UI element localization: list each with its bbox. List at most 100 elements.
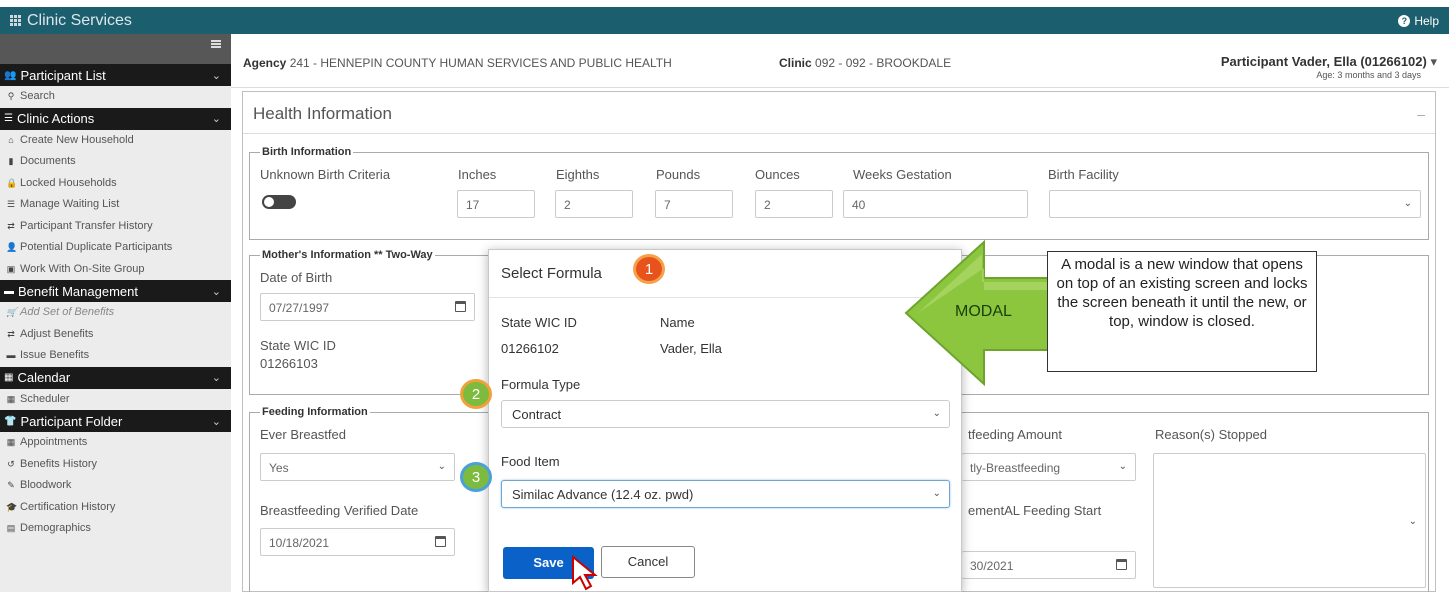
sidebar-section-participant-list[interactable]: 👥 Participant List ⌄	[0, 64, 231, 86]
unknown-birth-toggle[interactable]	[262, 195, 296, 209]
birth-facility-select[interactable]: ⌄	[1049, 190, 1421, 218]
sidebar-item-documents[interactable]: ▮ Documents	[0, 151, 231, 173]
sidebar-item-appointments[interactable]: ▦ Appointments	[0, 432, 231, 454]
sidebar-section-clinic-actions[interactable]: ☰ Clinic Actions ⌄	[0, 107, 231, 130]
calendar-icon[interactable]	[1116, 559, 1127, 570]
mother-wic-label: State WIC ID	[260, 338, 336, 353]
sidebar-item-adjust-benefits[interactable]: ⇄ Adjust Benefits	[0, 324, 231, 346]
ever-breastfed-value: Yes	[269, 461, 289, 475]
sidebar-item-bloodwork[interactable]: ✎ Bloodwork	[0, 475, 231, 497]
agency-label: Agency	[243, 56, 287, 70]
bf-amount-select[interactable]: tly-Breastfeeding ⌄	[962, 453, 1136, 481]
sidebar-item-locked-households[interactable]: 🔒 Locked Households	[0, 173, 231, 195]
sidebar-item-duplicate-participants[interactable]: 👤 Potential Duplicate Participants	[0, 237, 231, 259]
ever-breastfed-select[interactable]: Yes ⌄	[260, 453, 455, 481]
sidebar-item-demographics[interactable]: ▤ Demographics	[0, 518, 231, 540]
supplemental-feeding-label: ementAL Feeding Start	[968, 503, 1102, 518]
sidebar-item-benefits-history[interactable]: ↺ Benefits History	[0, 454, 231, 476]
mother-dob-input[interactable]: 07/27/1997	[260, 293, 475, 321]
sidebar-item-certification-history[interactable]: 🎓 Certification History	[0, 497, 231, 519]
weeks-gestation-input[interactable]: 40	[843, 190, 1028, 218]
syringe-icon: ✎	[7, 480, 15, 490]
list-icon: ☰	[4, 113, 13, 124]
modal-name-value: Vader, Ella	[660, 341, 722, 356]
sidebar-item-search[interactable]: ⚲ Search	[0, 86, 231, 108]
inches-label: Inches	[458, 167, 497, 182]
sidebar-item-label: Scheduler	[20, 392, 70, 405]
participant-label: Participant	[1220, 54, 1289, 69]
chevron-down-icon: ⌄	[211, 113, 221, 125]
supplemental-feeding-date-value: 30/2021	[970, 559, 1014, 573]
sidebar-section-label: Benefit Management	[18, 283, 138, 299]
card-icon: ▬	[6, 350, 16, 360]
agency-value: 241 - HENNEPIN COUNTY HUMAN SERVICES AND…	[289, 56, 672, 70]
sidebar-item-label: Participant Transfer History	[20, 219, 153, 232]
sidebar-item-transfer-history[interactable]: ⇄ Participant Transfer History	[0, 216, 231, 238]
sidebar-item-label: Benefits History	[20, 457, 98, 470]
sidebar-item-label: Certification History	[20, 500, 116, 513]
bf-verified-date-input[interactable]: 10/18/2021	[260, 528, 455, 556]
feeding-information-legend: Feeding Information	[260, 406, 370, 418]
users-icon: 👥	[4, 69, 17, 81]
participant-name: Vader, Ella (01266102)	[1291, 54, 1427, 69]
cancel-button[interactable]: Cancel	[601, 546, 695, 578]
sidebar-section-benefit-management[interactable]: ▬ Benefit Management ⌄	[0, 280, 231, 302]
modal-wic-value: 01266102	[501, 341, 559, 356]
participant-info[interactable]: Participant Vader, Ella (01266102) ▾ Age…	[1221, 54, 1437, 80]
help-link[interactable]: ? Help	[1398, 14, 1439, 28]
eighths-label: Eighths	[556, 167, 600, 182]
panel-title-text: Health Information	[253, 104, 392, 123]
pounds-label: Pounds	[656, 167, 701, 182]
ounces-input[interactable]: 2	[755, 190, 833, 218]
reason-stopped-select[interactable]: ⌄	[1153, 453, 1426, 588]
calendar-icon[interactable]	[435, 536, 446, 547]
bf-amount-value: tly-Breastfeeding	[970, 461, 1061, 475]
formula-type-value: Contract	[512, 407, 562, 422]
sidebar-item-label: Manage Waiting List	[20, 198, 120, 210]
sidebar-item-label: Search	[20, 90, 55, 102]
food-item-select[interactable]: Similac Advance (12.4 oz. pwd) ⌄	[501, 480, 950, 508]
users-icon: 👤	[6, 242, 18, 252]
chevron-down-icon: ⌄	[932, 488, 941, 499]
search-icon: ⚲	[7, 91, 15, 101]
inches-input[interactable]: 17	[457, 190, 535, 218]
formula-type-label: Formula Type	[501, 377, 581, 392]
chevron-down-icon: ⌄	[211, 285, 221, 298]
hamburger-button[interactable]	[0, 34, 231, 64]
sidebar-section-calendar[interactable]: ▦ Calendar ⌄	[0, 366, 231, 389]
sidebar-item-waiting-list[interactable]: ☰ Manage Waiting List	[0, 194, 231, 216]
calendar-icon: ▦	[4, 372, 14, 383]
sidebar-item-scheduler[interactable]: ▦ Scheduler	[0, 389, 231, 411]
sidebar-section-label: Calendar	[17, 370, 71, 385]
calendar-icon[interactable]	[455, 301, 466, 312]
sidebar-item-label: Demographics	[20, 522, 91, 534]
formula-type-select[interactable]: Contract ⌄	[501, 400, 950, 428]
participant-age: Age: 3 months and 3 days	[1316, 70, 1421, 80]
panel-title: Health Information –	[243, 92, 1435, 134]
group-icon: ▣	[6, 263, 16, 274]
agency-info: Agency 241 - HENNEPIN COUNTY HUMAN SERVI…	[243, 56, 672, 70]
chevron-down-icon: ⌄	[932, 408, 941, 419]
chevron-down-icon: ⌄	[211, 69, 221, 82]
sidebar-section-participant-folder[interactable]: 👕 Participant Folder ⌄	[0, 410, 231, 432]
pounds-input[interactable]: 7	[655, 190, 733, 218]
mother-dob-label: Date of Birth	[260, 270, 333, 285]
weeks-gestation-label: Weeks Gestation	[853, 167, 952, 182]
app-title: Clinic Services	[10, 12, 132, 30]
participant-header: Agency 241 - HENNEPIN COUNTY HUMAN SERVI…	[231, 34, 1449, 88]
sidebar-item-issue-benefits[interactable]: ▬ Issue Benefits	[0, 345, 231, 367]
grid-icon[interactable]	[10, 15, 21, 26]
sidebar-item-create-household[interactable]: ⌂ Create New Household	[0, 130, 231, 152]
sidebar-item-label: Documents	[20, 155, 76, 167]
bf-verified-date-value: 10/18/2021	[269, 536, 330, 550]
sidebar-item-onsite-group[interactable]: ▣ Work With On-Site Group	[0, 259, 231, 281]
collapse-icon[interactable]: –	[1417, 106, 1425, 122]
mother-wic-value: 01266103	[260, 356, 318, 371]
sidebar-item-label: Bloodwork	[20, 479, 72, 491]
mouse-pointer-icon	[572, 555, 598, 591]
modal-name-label: Name	[660, 315, 695, 330]
eighths-input[interactable]: 2	[555, 190, 633, 218]
supplemental-feeding-date-input[interactable]: 30/2021	[962, 551, 1136, 579]
sidebar-item-label: Appointments	[20, 436, 88, 448]
chevron-down-icon: ⌄	[211, 415, 221, 428]
